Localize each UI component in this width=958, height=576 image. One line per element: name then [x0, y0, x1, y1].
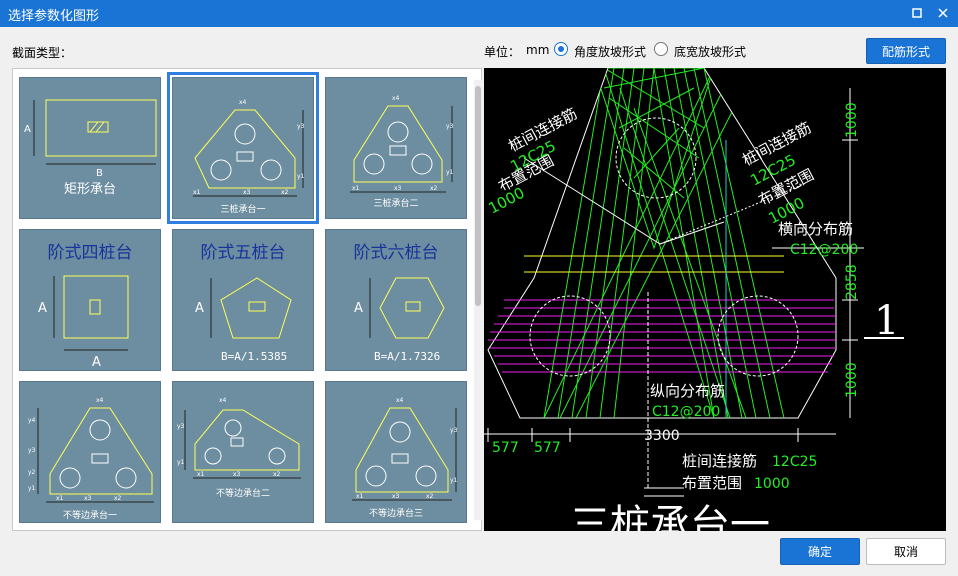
section-type-label: 截面类型：	[12, 46, 73, 60]
svg-text:x1: x1	[352, 185, 360, 192]
close-icon[interactable]	[934, 4, 952, 22]
radio-bottom-width-slope[interactable]	[654, 42, 668, 56]
gallery-scrollbar-thumb[interactable]	[475, 86, 481, 306]
svg-text:y1: y1	[450, 477, 458, 484]
stepped-five-pile-drawing: A	[195, 277, 292, 339]
preview-bottom-value-2: 1000	[754, 476, 790, 492]
rect-cap-drawing: A B	[24, 99, 157, 179]
thumb-rect-caption: 矩形承台	[63, 182, 116, 197]
preview-bottom-label-2: 布置范围	[682, 474, 742, 492]
svg-text:x1: x1	[56, 495, 64, 502]
rebar-form-button[interactable]: 配筋形式	[866, 38, 946, 64]
thumb-unequal-cap-3-caption: 不等边承台三	[368, 509, 423, 519]
preview-title: 三桩承台一	[570, 502, 770, 531]
preview-dim-1000-top: 1000	[844, 102, 860, 138]
svg-text:x4: x4	[96, 397, 104, 404]
svg-text:x1: x1	[356, 493, 364, 500]
preview-dim-577b: 577	[534, 440, 561, 456]
three-pile-cap-1-drawing: x4 x1 x3 x2 y3 y1	[193, 99, 305, 197]
svg-text:x4: x4	[396, 397, 404, 404]
thumb-three-pile-cap-1[interactable]: x4 x1 x3 x2 y3 y1 三桩承台一	[167, 72, 319, 224]
stepped-four-pile-drawing: A A	[38, 275, 129, 370]
preview-dim-3300: 3300	[644, 428, 680, 444]
preview-horiz-label: 横向分布筋	[778, 220, 853, 238]
thumb-unequal-cap-2-caption: 不等边承台二	[215, 489, 270, 499]
svg-text:x3: x3	[392, 493, 400, 500]
window-title: 选择参数化图形	[8, 9, 100, 24]
thumb-unequal-cap-2[interactable]: x4 x1 x3 x2 y3 y1 不等边承台二	[172, 381, 314, 523]
svg-text:x4: x4	[239, 99, 247, 106]
svg-text:x1: x1	[193, 189, 201, 196]
svg-text:x3: x3	[84, 495, 92, 502]
svg-text:x3: x3	[243, 189, 251, 196]
svg-text:y3: y3	[177, 423, 185, 430]
svg-text:A: A	[195, 301, 204, 316]
svg-text:x4: x4	[219, 397, 227, 404]
preview-dim-1000-bottom: 1000	[844, 362, 860, 398]
unit-value: mm	[526, 43, 550, 57]
svg-text:x2: x2	[430, 185, 438, 192]
thumb-stepped-five-pile[interactable]: 阶式五桩台 A B=A/1.5385	[172, 229, 314, 371]
section-type-gallery: A B 矩形承台 x4 x1 x3 x2 y3 y1 三桩承台一 x4 x1 x…	[12, 68, 482, 531]
svg-text:y4: y4	[28, 417, 36, 424]
radio-bottom-width-slope-label[interactable]: 底宽放坡形式	[674, 43, 746, 60]
svg-text:y1: y1	[177, 459, 185, 466]
thumb-stepped-four-pile[interactable]: 阶式四桩台 A A	[19, 229, 161, 371]
svg-text:x2: x2	[426, 493, 434, 500]
svg-text:y3: y3	[28, 447, 36, 454]
title-bar: 选择参数化图形	[0, 0, 958, 27]
svg-text:A: A	[24, 124, 31, 135]
svg-text:x1: x1	[197, 471, 205, 478]
cancel-button[interactable]: 取消	[866, 538, 946, 565]
radio-angle-slope[interactable]	[554, 42, 568, 56]
thumb-stepped-five-pile-formula: B=A/1.5385	[221, 350, 288, 363]
thumb-stepped-six-pile[interactable]: 阶式六桩台 A B=A/1.7326	[325, 229, 467, 371]
preview-vert-label: 纵向分布筋	[650, 382, 725, 400]
svg-text:A: A	[354, 301, 363, 316]
thumb-unequal-cap-3[interactable]: x4 x1 x3 x2 y3 y1 不等边承台三	[325, 381, 467, 523]
thumb-three-pile-cap-2-caption: 三桩承台二	[373, 199, 419, 209]
preview-vert-value: C12@200	[652, 404, 720, 420]
thumb-stepped-six-pile-formula: B=A/1.7326	[374, 350, 441, 363]
unequal-cap-1-drawing: x4 x1 x3 x2 y4 y3 y2 y1	[28, 397, 154, 503]
thumb-unequal-cap-1[interactable]: x4 x1 x3 x2 y4 y3 y2 y1 不等边承台一	[19, 381, 161, 523]
svg-text:x4: x4	[392, 95, 400, 102]
svg-text:x2: x2	[114, 495, 122, 502]
preview-bottom-label-1: 桩间连接筋	[682, 452, 757, 470]
unit-label: 单位：	[484, 45, 521, 59]
unequal-cap-2-drawing: x4 x1 x3 x2 y3 y1	[177, 397, 301, 479]
thumb-unequal-cap-1-caption: 不等边承台一	[62, 511, 117, 521]
svg-text:y1: y1	[446, 169, 454, 176]
svg-text:y3: y3	[450, 427, 458, 434]
preview-dim-2858: 2858	[844, 264, 860, 300]
svg-text:y3: y3	[446, 123, 454, 130]
svg-text:A: A	[38, 301, 47, 316]
svg-text:x2: x2	[273, 471, 281, 478]
svg-text:y2: y2	[28, 469, 36, 476]
preview-canvas: 桩间连接筋 12C25 布置范围 1000 桩间连接筋 12C25 布置范围 1…	[484, 68, 946, 531]
thumb-three-pile-cap-2[interactable]: x4 x1 x3 x2 y3 y1 三桩承台二	[325, 77, 467, 219]
preview-bottom-value-1: 12C25	[772, 454, 817, 470]
svg-text:y3: y3	[297, 123, 305, 130]
svg-text:x2: x2	[281, 189, 289, 196]
ok-button[interactable]: 确定	[780, 538, 860, 565]
thumb-three-pile-cap-1-caption: 三桩承台一	[220, 205, 266, 215]
preview-drawing: 桩间连接筋 12C25 布置范围 1000 桩间连接筋 12C25 布置范围 1…	[484, 68, 904, 531]
thumb-rect-cap[interactable]: A B 矩形承台	[19, 77, 161, 219]
svg-text:y1: y1	[297, 173, 305, 180]
maximize-icon[interactable]	[908, 4, 926, 22]
radio-angle-slope-label[interactable]: 角度放坡形式	[574, 43, 646, 60]
unequal-cap-3-drawing: x4 x1 x3 x2 y3 y1	[352, 397, 458, 501]
preview-horiz-value: C12@200	[790, 242, 858, 258]
svg-text:A: A	[92, 355, 101, 370]
svg-text:y1: y1	[28, 485, 36, 492]
svg-text:x3: x3	[394, 185, 402, 192]
preview-section-mark: 1	[874, 298, 899, 344]
stepped-six-pile-drawing: A	[354, 277, 445, 339]
preview-dim-577a: 577	[492, 440, 519, 456]
svg-text:x3: x3	[233, 471, 241, 478]
